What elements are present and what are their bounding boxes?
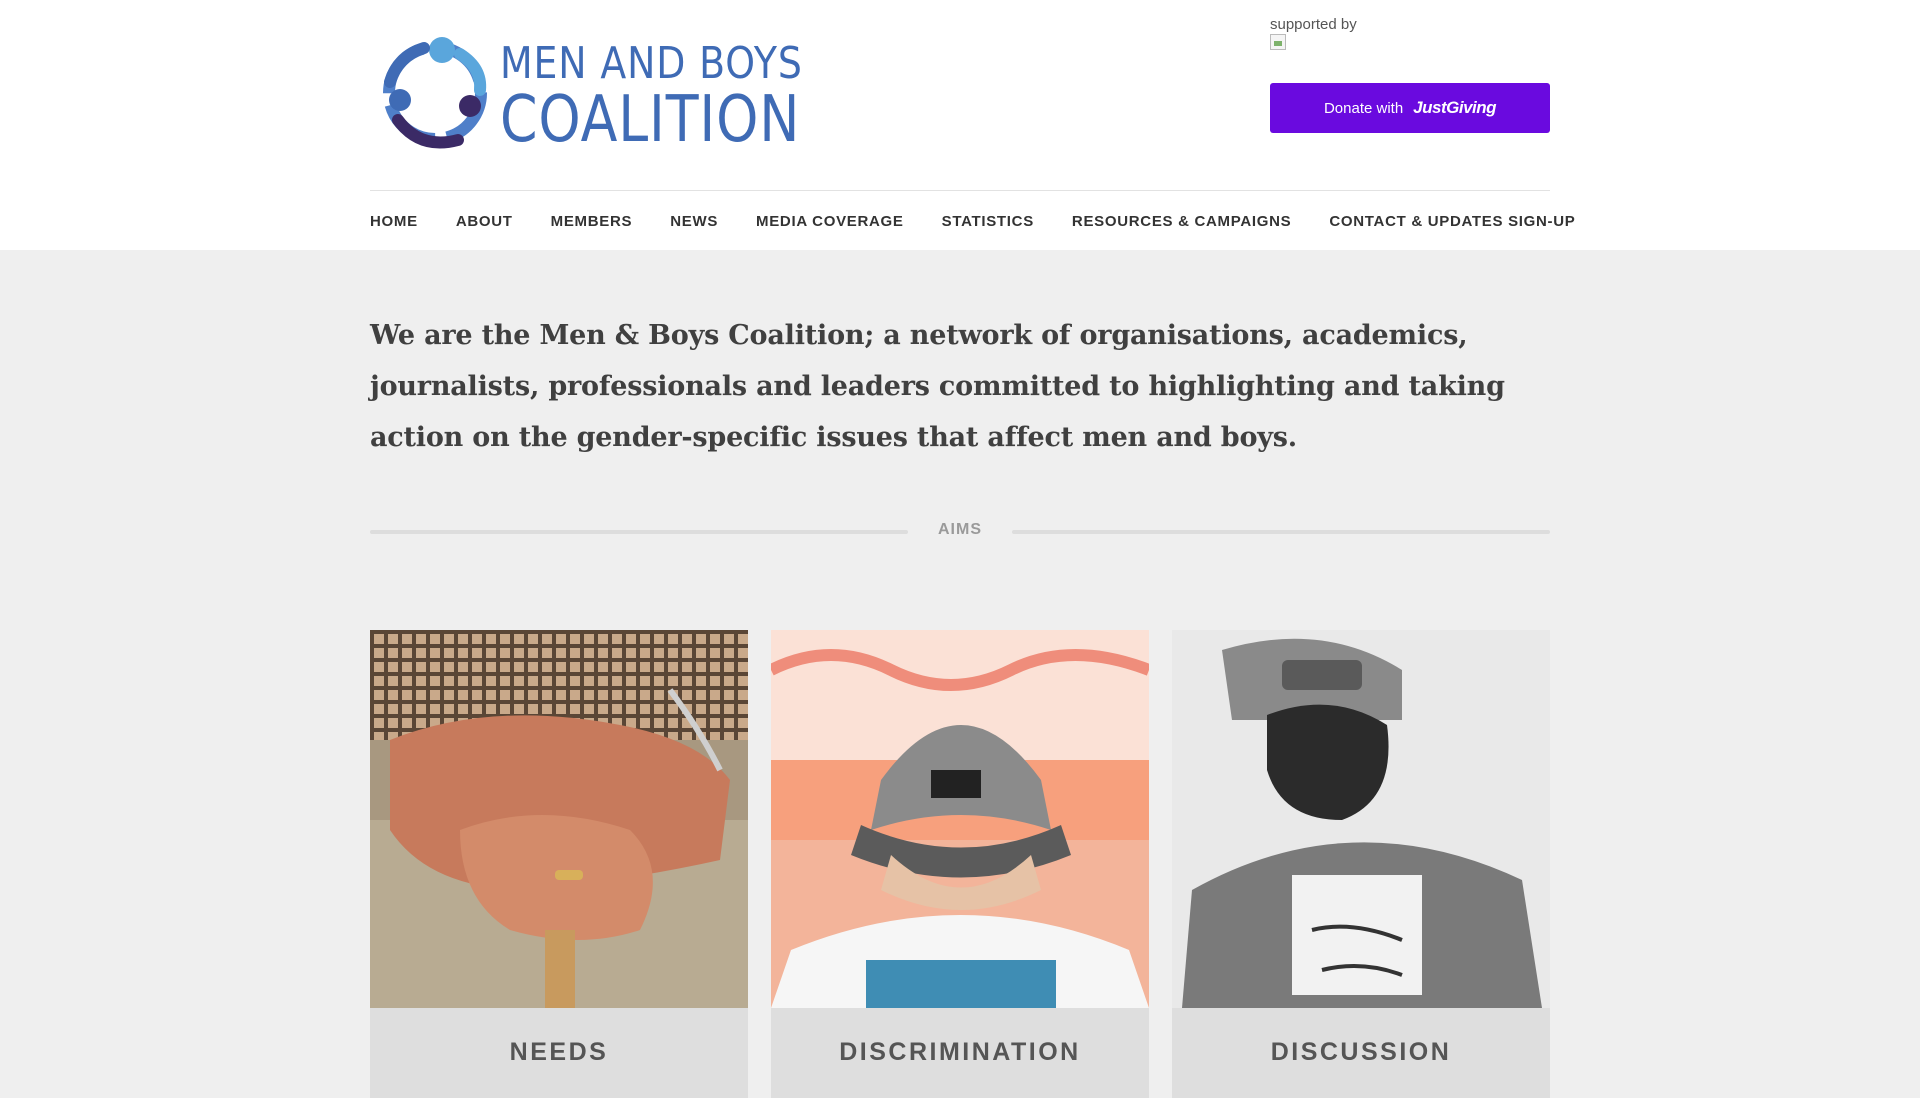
nav-item-members[interactable]: MEMBERS	[551, 213, 633, 230]
nav-item-media-coverage[interactable]: MEDIA COVERAGE	[756, 213, 904, 230]
elderly-hands-on-cane-photo	[370, 630, 748, 1008]
smiling-boy-thank-you-tshirt-photo	[1172, 630, 1550, 1008]
card-discussion[interactable]: DISCUSSION	[1172, 630, 1550, 1098]
aims-divider: AIMS	[370, 520, 1550, 544]
justgiving-logo: JustGiving	[1413, 98, 1497, 117]
site-logo[interactable]: MEN AND BOYS COALITION	[370, 28, 820, 158]
nav-item-home[interactable]: HOME	[370, 213, 418, 230]
card-needs[interactable]: NEEDS	[370, 630, 748, 1098]
logo-wordmark: MEN AND BOYS COALITION	[500, 38, 857, 157]
supported-by-label: supported by	[1270, 16, 1357, 33]
people-circle-logo-icon	[383, 37, 487, 149]
man-in-cap-looking-down-photo	[771, 630, 1149, 1008]
donate-label: Donate with	[1323, 99, 1404, 117]
nav-item-news[interactable]: NEWS	[670, 213, 718, 230]
logo-line-2: COALITION	[500, 83, 801, 157]
card-title: NEEDS	[370, 1008, 748, 1098]
sponsor-image-icon	[1270, 34, 1286, 50]
nav-item-contact-signup[interactable]: CONTACT & UPDATES SIGN-UP	[1329, 213, 1575, 230]
card-discrimination[interactable]: DISCRIMINATION	[771, 630, 1149, 1098]
divider-line-right	[1012, 530, 1550, 534]
logo-line-1: MEN AND BOYS	[500, 38, 803, 89]
card-title: DISCUSSION	[1172, 1008, 1550, 1098]
card-title: DISCRIMINATION	[771, 1008, 1149, 1098]
main-nav: HOME ABOUT MEMBERS NEWS MEDIA COVERAGE S…	[370, 190, 1575, 250]
nav-item-resources-campaigns[interactable]: RESOURCES & CAMPAIGNS	[1072, 213, 1291, 230]
site-header: MEN AND BOYS COALITION supported by Dona…	[0, 0, 1920, 250]
donate-justgiving-button[interactable]: Donate with JustGiving	[1270, 83, 1550, 133]
nav-item-statistics[interactable]: STATISTICS	[942, 213, 1034, 230]
intro-statement: We are the Men & Boys Coalition; a netwo…	[370, 320, 1505, 453]
nav-item-about[interactable]: ABOUT	[456, 213, 513, 230]
